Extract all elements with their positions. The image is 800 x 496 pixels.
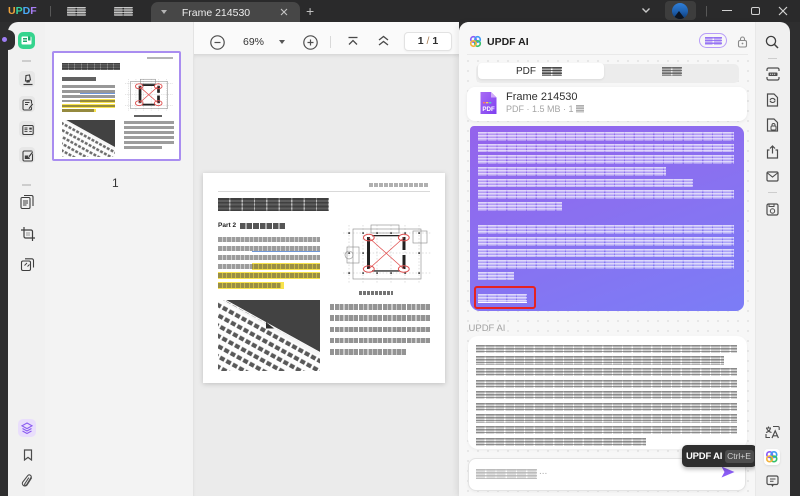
- svg-text:PDF: PDF: [482, 106, 495, 113]
